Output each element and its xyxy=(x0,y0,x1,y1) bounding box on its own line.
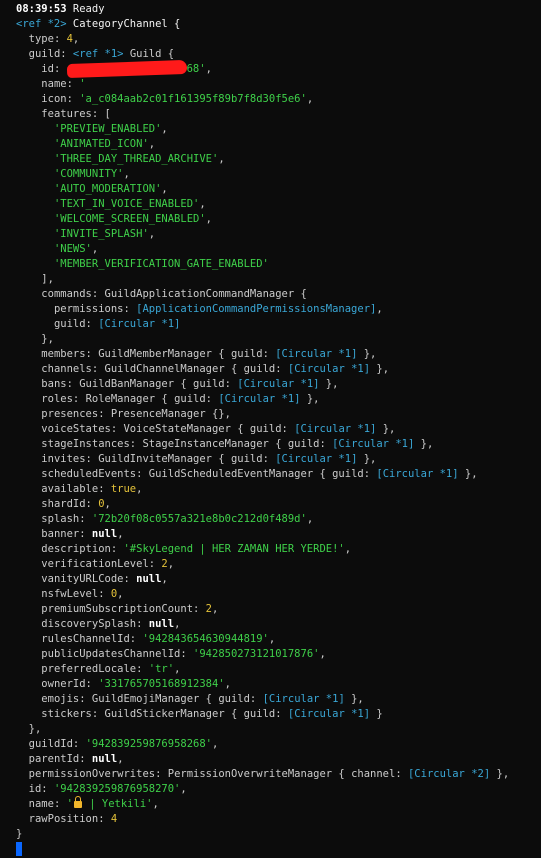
output-line-channel-name: name: ' | Yetkili', xyxy=(28,796,159,810)
output-line-ownerid: ownerId: '331765705168912384', xyxy=(41,678,231,690)
terminal-cursor[interactable] xyxy=(16,842,22,856)
output-line-parentid: parentId: null, xyxy=(28,753,124,765)
output-line-shardid: shardId: 0, xyxy=(41,498,111,510)
guild-id-partial: 68' xyxy=(186,63,206,75)
guild-ref: <ref *1> xyxy=(72,48,124,60)
output-line-members: members: GuildMemberManager { guild: [Ci… xyxy=(41,348,377,360)
output-line-invites: invites: GuildInviteManager { guild: [Ci… xyxy=(41,453,377,465)
output-line-guild-id: id: 68', xyxy=(16,59,541,79)
output-line-premium: premiumSubscriptionCount: 2, xyxy=(41,603,219,615)
lock-icon xyxy=(73,796,82,808)
output-line-type: type: 4, xyxy=(28,33,80,45)
status-line: 08:39:53 Ready xyxy=(16,2,541,17)
guild-key: guild: xyxy=(28,48,67,60)
output-line-discoverysplash: discoverySplash: null, xyxy=(41,618,181,630)
feature-item: 'AUTO_MODERATION', xyxy=(53,183,168,195)
feature-item: 'PREVIEW_ENABLED', xyxy=(53,123,168,135)
output-line-banner: banner: null, xyxy=(41,528,124,540)
output-line-description: description: '#SkyLegend | HER ZAMAN HER… xyxy=(41,543,352,555)
icon-key: icon: xyxy=(41,93,73,105)
feature-item: 'ANIMATED_ICON', xyxy=(53,138,156,150)
guild-close: }, xyxy=(28,723,42,735)
ref-tag: <ref *2> xyxy=(16,18,67,30)
output-line-features: features: [ xyxy=(16,107,541,122)
output-line-bans: bans: GuildBanManager { guild: [Circular… xyxy=(41,378,339,390)
icon-value: 'a_c084aab2c01f161395f89b7f8d30f5e6' xyxy=(79,93,307,105)
output-line-commands: commands: GuildApplicationCommandManager… xyxy=(41,288,307,300)
output-line-name: name: ' xyxy=(16,77,541,92)
feature-item: 'NEWS', xyxy=(53,243,99,255)
object-close: } xyxy=(16,828,23,840)
output-line-available: available: true, xyxy=(41,483,143,495)
output-line-icon: icon: 'a_c084aab2c01f161395f89b7f8d30f5e… xyxy=(41,93,314,105)
output-line-guild: guild: <ref *1> Guild { xyxy=(16,47,541,62)
output-line-nsfwlevel: nsfwLevel: 0, xyxy=(41,588,124,600)
name-partial: ' xyxy=(79,78,86,90)
output-line-ruleschannelid: rulesChannelId: '942843654630944819', xyxy=(41,633,276,645)
output-line-guildid: guildId: '942839259876958268', xyxy=(28,738,219,750)
features-key: features: [ xyxy=(41,108,111,120)
output-line-id: id: '942839259876958270', xyxy=(28,783,187,795)
feature-item: 'WELCOME_SCREEN_ENABLED', xyxy=(53,213,212,225)
output-line-voicestates: voiceStates: VoiceStateManager { guild: … xyxy=(41,423,396,435)
feature-item: 'MEMBER_VERIFICATION_GATE_ENABLED' xyxy=(53,258,269,270)
terminal-cursor-line xyxy=(16,842,541,857)
terminal-window: 08:39:53 Ready <ref *2> CategoryChannel … xyxy=(0,0,541,858)
output-line-permissions: permissions: [ApplicationCommandPermissi… xyxy=(53,303,383,315)
output-line-class: <ref *2> CategoryChannel { xyxy=(16,17,541,32)
features-close: ], xyxy=(41,273,54,285)
output-line-publicupdates: publicUpdatesChannelId: '942850273121017… xyxy=(41,648,326,660)
feature-item: 'TEXT_IN_VOICE_ENABLED', xyxy=(53,198,206,210)
feature-item: 'INVITE_SPLASH', xyxy=(53,228,156,240)
feature-item: 'THREE_DAY_THREAD_ARCHIVE', xyxy=(53,153,225,165)
output-line-splash: splash: '72b20f08c0557a321e8b0c212d0f489… xyxy=(41,513,314,525)
output-line-verificationlevel: verificationLevel: 2, xyxy=(41,558,175,570)
output-line-rawposition: rawPosition: 4 xyxy=(28,813,118,825)
output-line-emojis: emojis: GuildEmojiManager { guild: [Circ… xyxy=(41,693,364,705)
commands-close: }, xyxy=(41,333,54,345)
type-value: 4 xyxy=(66,33,73,45)
output-line-permissionoverwrites: permissionOverwrites: PermissionOverwrit… xyxy=(28,768,510,780)
status-time: 08:39:53 xyxy=(16,3,67,15)
output-line-channels: channels: GuildChannelManager { guild: [… xyxy=(41,363,390,375)
output-line-vanityurlcode: vanityURLCode: null, xyxy=(41,573,168,585)
output-line-roles: roles: RoleManager { guild: [Circular *1… xyxy=(41,393,320,405)
output-line-scheduledevents: scheduledEvents: GuildScheduledEventMana… xyxy=(41,468,478,480)
output-line-stickers: stickers: GuildStickerManager { guild: [… xyxy=(41,708,383,720)
name-key: name: xyxy=(41,78,73,90)
type-key: type: xyxy=(28,33,61,45)
output-line-locale: preferredLocale: 'tr', xyxy=(41,663,181,675)
output-line-stageinstances: stageInstances: StageInstanceManager { g… xyxy=(41,438,434,450)
status-ready: Ready xyxy=(72,3,105,15)
output-line-presences: presences: PresenceManager {}, xyxy=(41,408,231,420)
feature-item: 'COMMUNITY', xyxy=(53,168,130,180)
guild-class: Guild { xyxy=(129,48,175,60)
redaction-mark xyxy=(66,59,187,79)
class-name: CategoryChannel { xyxy=(72,18,181,30)
output-line-commands-guild: guild: [Circular *1] xyxy=(53,318,181,330)
guild-id-key: id: xyxy=(41,63,61,75)
